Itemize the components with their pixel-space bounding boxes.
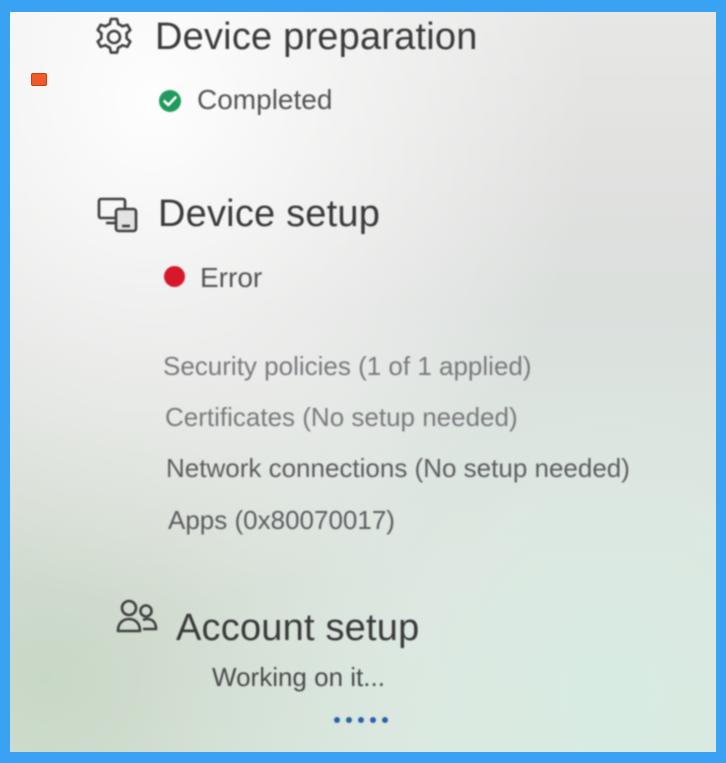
device-setup-status: Error [200, 262, 263, 293]
devices-icon [96, 196, 142, 236]
device-setup-title: Device setup [158, 193, 381, 235]
account-setup-title: Account setup [176, 607, 420, 649]
setup-screen: Device preparation Completed Device setu… [10, 12, 716, 752]
gear-icon [92, 16, 136, 60]
account-setup-status: Working on it... [212, 662, 385, 692]
device-preparation-title: Device preparation [155, 16, 478, 58]
detail-security-policies: Security policies (1 of 1 applied) [163, 351, 532, 381]
error-dot-icon [164, 266, 185, 287]
progress-dot [334, 717, 340, 723]
setup-content: Device preparation Completed Device setu… [10, 12, 716, 752]
people-icon [116, 598, 158, 636]
detail-certificates: Certificates (No setup needed) [165, 402, 518, 432]
progress-dot [346, 717, 352, 723]
check-circle-icon [158, 89, 182, 113]
device-preparation-status: Completed [197, 84, 333, 115]
progress-dots-icon [334, 717, 388, 723]
site-logo-badge [31, 73, 47, 86]
detail-apps-error: Apps (0x80070017) [168, 505, 395, 535]
progress-dot [370, 717, 376, 723]
progress-dot [382, 717, 388, 723]
detail-network-connections: Network connections (No setup needed) [166, 453, 630, 483]
progress-dot [358, 717, 364, 723]
